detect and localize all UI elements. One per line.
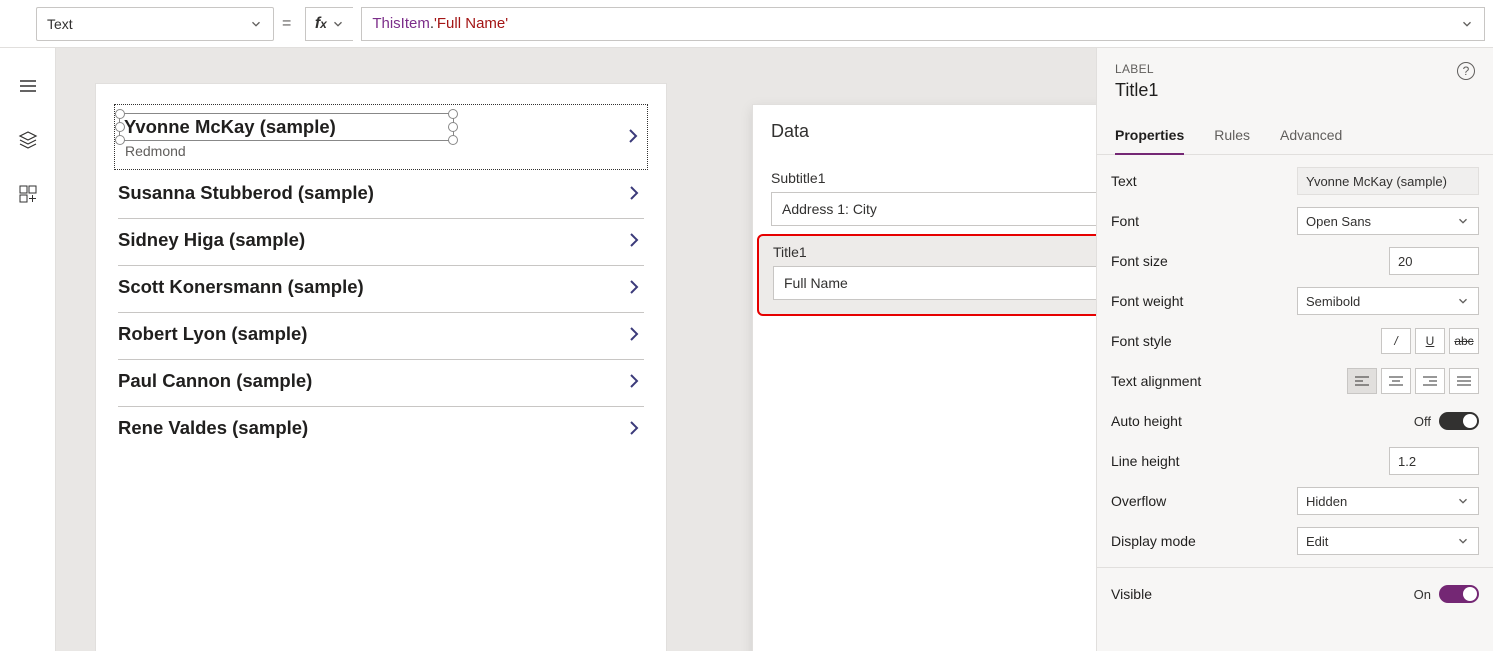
insert-icon[interactable] <box>18 184 38 204</box>
formula-bar: Text = fx ThisItem.'Full Name' <box>0 0 1493 48</box>
title-field-highlight: Title1 Full Name <box>757 234 1096 316</box>
property-selector[interactable]: Text <box>36 7 274 41</box>
subtitle-field-select[interactable]: Address 1: City <box>771 192 1096 226</box>
gallery-item[interactable]: Paul Cannon (sample) <box>118 360 644 407</box>
app-canvas[interactable]: Yvonne McKay (sample) Redmond Susanna St… <box>96 84 666 651</box>
layers-icon[interactable] <box>18 130 38 150</box>
formula-token-property: 'Full Name' <box>434 15 508 32</box>
title-field-select[interactable]: Full Name <box>773 266 1096 300</box>
chevron-right-icon[interactable] <box>624 230 644 250</box>
strikethrough-button[interactable]: abc <box>1449 328 1479 354</box>
chevron-down-icon <box>1456 534 1470 548</box>
overflow-select[interactable]: Hidden <box>1297 487 1479 515</box>
chevron-down-icon <box>249 17 263 31</box>
control-type-label: LABEL <box>1115 62 1158 76</box>
gallery-item[interactable]: Sidney Higa (sample) <box>118 219 644 266</box>
subtitle-field-label: Subtitle1 <box>771 170 1096 186</box>
row-title: Yvonne McKay (sample) <box>124 116 449 138</box>
line-height-input[interactable]: 1.2 <box>1389 447 1479 475</box>
gallery[interactable]: Yvonne McKay (sample) Redmond Susanna St… <box>96 84 666 453</box>
equals-sign: = <box>282 15 291 33</box>
chevron-down-icon <box>1456 494 1470 508</box>
auto-height-toggle[interactable] <box>1439 412 1479 430</box>
tab-properties[interactable]: Properties <box>1115 119 1184 155</box>
italic-button[interactable]: / <box>1381 328 1411 354</box>
gallery-template-item[interactable]: Yvonne McKay (sample) Redmond <box>114 104 648 170</box>
font-size-input[interactable]: 20 <box>1389 247 1479 275</box>
chevron-down-icon <box>1456 294 1470 308</box>
chevron-right-icon[interactable] <box>624 371 644 391</box>
chevron-right-icon[interactable] <box>624 183 644 203</box>
left-rail <box>0 48 56 651</box>
data-pane: Data Subtitle1 Address 1: City Title1 Fu… <box>752 104 1096 651</box>
selected-title-control[interactable]: Yvonne McKay (sample) <box>119 113 454 141</box>
formula-input[interactable]: ThisItem.'Full Name' <box>361 7 1485 41</box>
property-selector-value: Text <box>47 16 73 32</box>
canvas-area[interactable]: Yvonne McKay (sample) Redmond Susanna St… <box>56 48 1096 651</box>
chevron-right-icon[interactable] <box>624 277 644 297</box>
help-icon[interactable]: ? <box>1457 62 1475 80</box>
align-left-button[interactable] <box>1347 368 1377 394</box>
font-select[interactable]: Open Sans <box>1297 207 1479 235</box>
properties-pane: LABEL Title1 ? Properties Rules Advanced… <box>1096 48 1493 651</box>
tab-advanced[interactable]: Advanced <box>1280 119 1342 154</box>
chevron-right-icon[interactable] <box>624 418 644 438</box>
tab-rules[interactable]: Rules <box>1214 119 1250 154</box>
hamburger-icon[interactable] <box>18 76 38 96</box>
visible-toggle[interactable] <box>1439 585 1479 603</box>
properties-tabs: Properties Rules Advanced <box>1097 119 1493 155</box>
align-justify-button[interactable] <box>1449 368 1479 394</box>
chevron-right-icon[interactable] <box>623 126 643 146</box>
control-name-label: Title1 <box>1115 80 1158 101</box>
chevron-down-icon <box>1456 214 1470 228</box>
row-subtitle: Redmond <box>119 143 454 159</box>
text-value[interactable]: Yvonne McKay (sample) <box>1297 167 1479 195</box>
gallery-item[interactable]: Rene Valdes (sample) <box>118 407 644 453</box>
gallery-item[interactable]: Scott Konersmann (sample) <box>118 266 644 313</box>
display-mode-select[interactable]: Edit <box>1297 527 1479 555</box>
chevron-right-icon[interactable] <box>624 324 644 344</box>
gallery-item[interactable]: Susanna Stubberod (sample) <box>118 172 644 219</box>
title-field-label: Title1 <box>773 244 1096 260</box>
chevron-down-icon <box>331 17 345 31</box>
chevron-down-icon <box>1460 17 1474 31</box>
align-right-button[interactable] <box>1415 368 1445 394</box>
fx-button[interactable]: fx <box>305 7 353 41</box>
formula-token-object: ThisItem <box>372 15 430 32</box>
gallery-item[interactable]: Robert Lyon (sample) <box>118 313 644 360</box>
align-center-button[interactable] <box>1381 368 1411 394</box>
data-pane-title: Data <box>771 121 809 142</box>
underline-button[interactable]: U <box>1415 328 1445 354</box>
font-weight-select[interactable]: Semibold <box>1297 287 1479 315</box>
